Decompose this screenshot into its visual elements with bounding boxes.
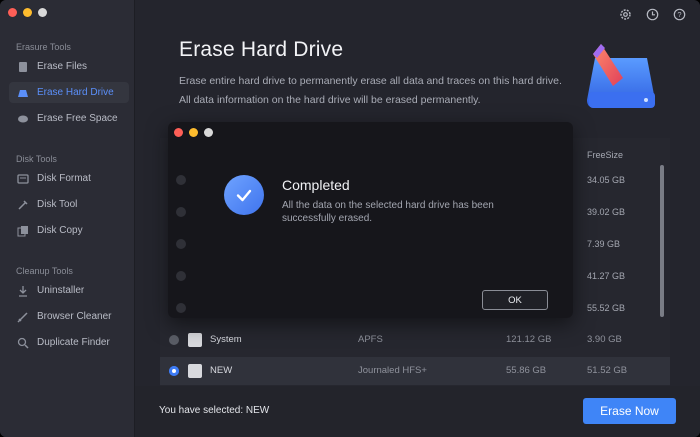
freesize-cell: 34.05 GB <box>587 175 626 185</box>
sidebar-item-disk-tool[interactable]: Disk Tool <box>9 194 129 215</box>
faded-row-radio <box>176 303 186 313</box>
row-radio-selected[interactable] <box>169 366 179 376</box>
section-title-cleanup: Cleanup Tools <box>16 266 73 276</box>
sidebar-item-label: Disk Tool <box>37 199 78 210</box>
selected-drive-text: You have selected: NEW <box>159 405 270 416</box>
page-title: Erase Hard Drive <box>179 38 344 61</box>
disk-copy-icon <box>17 225 29 237</box>
sidebar-item-label: Uninstaller <box>37 285 85 296</box>
help-icon[interactable]: ? <box>673 8 686 21</box>
sidebar-item-erase-hard-drive[interactable]: Erase Hard Drive <box>9 82 129 103</box>
close-window-button[interactable] <box>8 8 17 17</box>
sidebar-item-uninstaller[interactable]: Uninstaller <box>9 280 129 301</box>
sidebar-item-label: Browser Cleaner <box>37 311 112 322</box>
top-toolbar: ? <box>619 8 686 21</box>
sidebar-item-label: Erase Hard Drive <box>37 87 114 98</box>
sidebar-item-erase-files[interactable]: Erase Files <box>9 56 129 77</box>
drive-free: 51.52 GB <box>587 365 628 376</box>
faded-row-radio <box>176 239 186 249</box>
section-title-erasure: Erasure Tools <box>16 42 71 52</box>
faded-row-radio <box>176 175 186 185</box>
dialog-minimize-button[interactable] <box>189 128 198 137</box>
faded-row-radio <box>176 207 186 217</box>
dialog-message: All the data on the selected hard drive … <box>282 200 494 224</box>
drive-format: APFS <box>358 334 383 345</box>
dialog-window-controls <box>174 128 213 137</box>
drive-capacity: 55.86 GB <box>506 365 547 376</box>
zoom-window-button[interactable] <box>38 8 47 17</box>
sidebar-item-label: Duplicate Finder <box>37 337 110 348</box>
drive-free: 3.90 GB <box>587 334 622 345</box>
sidebar-item-browser-cleaner[interactable]: Browser Cleaner <box>9 306 129 327</box>
drive-capacity: 121.12 GB <box>506 334 552 345</box>
drive-format: Journaled HFS+ <box>358 365 427 376</box>
section-title-disk: Disk Tools <box>16 154 57 164</box>
dialog-zoom-button[interactable] <box>204 128 213 137</box>
table-scrollbar[interactable] <box>660 165 664 317</box>
drive-icon <box>188 364 202 378</box>
duplicate-finder-icon <box>17 337 29 349</box>
drive-name: NEW <box>210 365 233 376</box>
settings-gear-icon[interactable] <box>619 8 632 21</box>
drive-icon <box>188 333 202 347</box>
sidebar-item-disk-format[interactable]: Disk Format <box>9 168 129 189</box>
svg-text:?: ? <box>677 10 681 19</box>
erase-space-icon <box>17 113 29 125</box>
table-row[interactable]: System APFS 121.12 GB 3.90 GB <box>160 326 670 354</box>
sidebar-item-label: Erase Free Space <box>37 113 118 124</box>
browser-cleaner-icon <box>17 311 29 323</box>
table-row-selected[interactable]: NEW Journaled HFS+ 55.86 GB 51.52 GB <box>160 357 670 385</box>
sidebar-item-label: Erase Files <box>37 61 88 72</box>
minimize-window-button[interactable] <box>23 8 32 17</box>
row-radio[interactable] <box>169 335 179 345</box>
sidebar: Erasure Tools Erase Files Erase Hard Dri… <box>0 0 135 437</box>
erase-now-button[interactable]: Erase Now <box>583 398 676 424</box>
dialog-close-button[interactable] <box>174 128 183 137</box>
app-window: Erasure Tools Erase Files Erase Hard Dri… <box>0 0 700 437</box>
erase-files-icon <box>17 61 29 73</box>
erase-drive-icon <box>17 87 29 99</box>
disk-format-icon <box>17 173 29 185</box>
completed-dialog: Completed All the data on the selected h… <box>168 122 573 318</box>
sidebar-item-erase-free-space[interactable]: Erase Free Space <box>9 108 129 129</box>
freesize-cell: 39.02 GB <box>587 207 626 217</box>
freesize-cell: 7.39 GB <box>587 239 621 249</box>
sidebar-item-label: Disk Copy <box>37 225 83 236</box>
page-description: Erase entire hard drive to permanently e… <box>179 75 562 106</box>
sidebar-item-duplicate-finder[interactable]: Duplicate Finder <box>9 332 129 353</box>
window-controls <box>8 8 47 17</box>
sidebar-item-disk-copy[interactable]: Disk Copy <box>9 220 129 241</box>
history-clock-icon[interactable] <box>646 8 659 21</box>
success-check-icon <box>224 175 264 215</box>
freesize-column-header: FreeSize <box>587 150 624 160</box>
drive-name: System <box>210 334 242 345</box>
freesize-cell: 55.52 GB <box>587 303 626 313</box>
main-panel: ? Erase Hard Drive Erase entire hard dri… <box>135 0 700 437</box>
ok-button[interactable]: OK <box>482 290 548 310</box>
dialog-title: Completed <box>282 177 350 193</box>
freesize-cell: 41.27 GB <box>587 271 626 281</box>
uninstaller-icon <box>17 285 29 297</box>
disk-tool-icon <box>17 199 29 211</box>
hard-drive-eraser-illustration <box>583 36 663 121</box>
sidebar-item-label: Disk Format <box>37 173 91 184</box>
footer-bar: You have selected: NEW Erase Now <box>135 386 700 437</box>
faded-row-radio <box>176 271 186 281</box>
